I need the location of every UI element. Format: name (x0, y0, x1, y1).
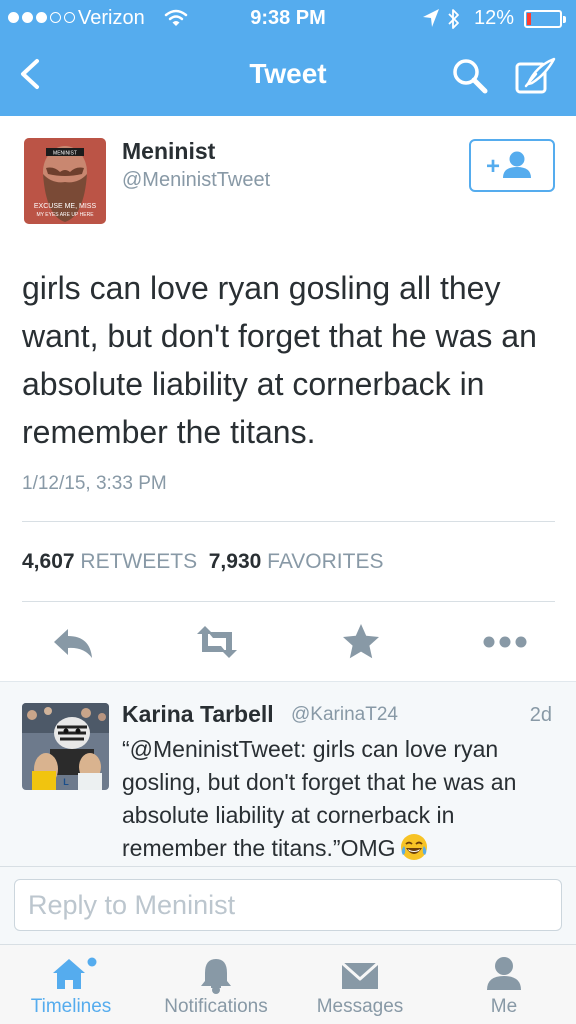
reply-icon[interactable] (50, 620, 96, 664)
author-name[interactable]: Meninist (122, 138, 215, 165)
battery-level (527, 13, 531, 25)
favorites-label[interactable]: FAVORITES (267, 550, 383, 573)
tweet-timestamp: 1/12/15, 3:33 PM (22, 473, 167, 494)
more-icon[interactable] (482, 620, 528, 664)
svg-text:L: L (63, 777, 69, 787)
reply-author-name[interactable]: Karina Tarbell (122, 701, 274, 728)
compose-icon[interactable] (512, 54, 558, 98)
location-arrow-icon (423, 9, 439, 27)
add-user-icon: + (486, 151, 531, 180)
home-icon (53, 957, 97, 989)
author-handle[interactable]: @MeninistTweet (122, 169, 270, 192)
favorite-icon[interactable] (339, 620, 383, 664)
tweet-text: girls can love ryan gosling all they wan… (22, 270, 537, 450)
avatar-caption: MY EYES ARE UP HERE (36, 212, 94, 218)
chevron-left-icon[interactable] (10, 52, 54, 96)
tab-label: Messages (316, 996, 404, 1017)
follow-button[interactable]: + (469, 139, 555, 192)
tab-bar: Timelines Notifications Messages Me (0, 944, 576, 1024)
envelope-icon (341, 961, 379, 989)
tears-of-joy-icon (400, 834, 427, 860)
bluetooth-icon (448, 9, 459, 29)
battery-percentage: 12% (474, 7, 515, 29)
search-icon[interactable] (448, 54, 492, 98)
reply-text: “@MeninistTweet: girls can love ryan gos… (122, 733, 552, 865)
favorite-count: 7,930 (208, 550, 262, 573)
reply-timestamp: 2d (529, 704, 552, 726)
person-icon (487, 957, 521, 990)
tweet-stats: 4,607 RETWEETS 7,930 FAVORITES (22, 550, 383, 574)
tab-me[interactable]: Me (452, 945, 556, 1024)
svg-text:+: + (486, 153, 500, 180)
battery-icon (524, 10, 566, 28)
avatar-caption: MENINIST (53, 151, 77, 157)
tab-notifications[interactable]: Notifications (150, 945, 282, 1024)
retweet-icon[interactable] (193, 620, 241, 664)
reply-author-avatar[interactable]: L (22, 703, 109, 790)
author-avatar[interactable]: MENINIST EXCUSE ME, MISS MY EYES ARE UP … (24, 138, 106, 224)
status-bar: Verizon 9:38 PM 12% (0, 0, 576, 40)
reply-input[interactable] (14, 879, 562, 931)
tab-label: Me (490, 996, 518, 1017)
tab-messages[interactable]: Messages (298, 945, 422, 1024)
tab-timelines[interactable]: Timelines (10, 945, 132, 1024)
retweet-count: 4,607 (22, 550, 75, 573)
avatar-caption: EXCUSE ME, MISS (34, 203, 97, 210)
divider (22, 601, 555, 602)
tab-label: Timelines (30, 996, 112, 1017)
retweets-label[interactable]: RETWEETS (80, 550, 197, 573)
reply-author-handle[interactable]: @KarinaT24 (291, 704, 398, 726)
bell-icon (201, 959, 231, 994)
divider (22, 521, 555, 522)
tab-label: Notifications (164, 996, 268, 1017)
top-bar: Verizon 9:38 PM 12% Tweet (0, 0, 576, 116)
reply-text-content: “@MeninistTweet: girls can love ryan gos… (122, 736, 517, 861)
